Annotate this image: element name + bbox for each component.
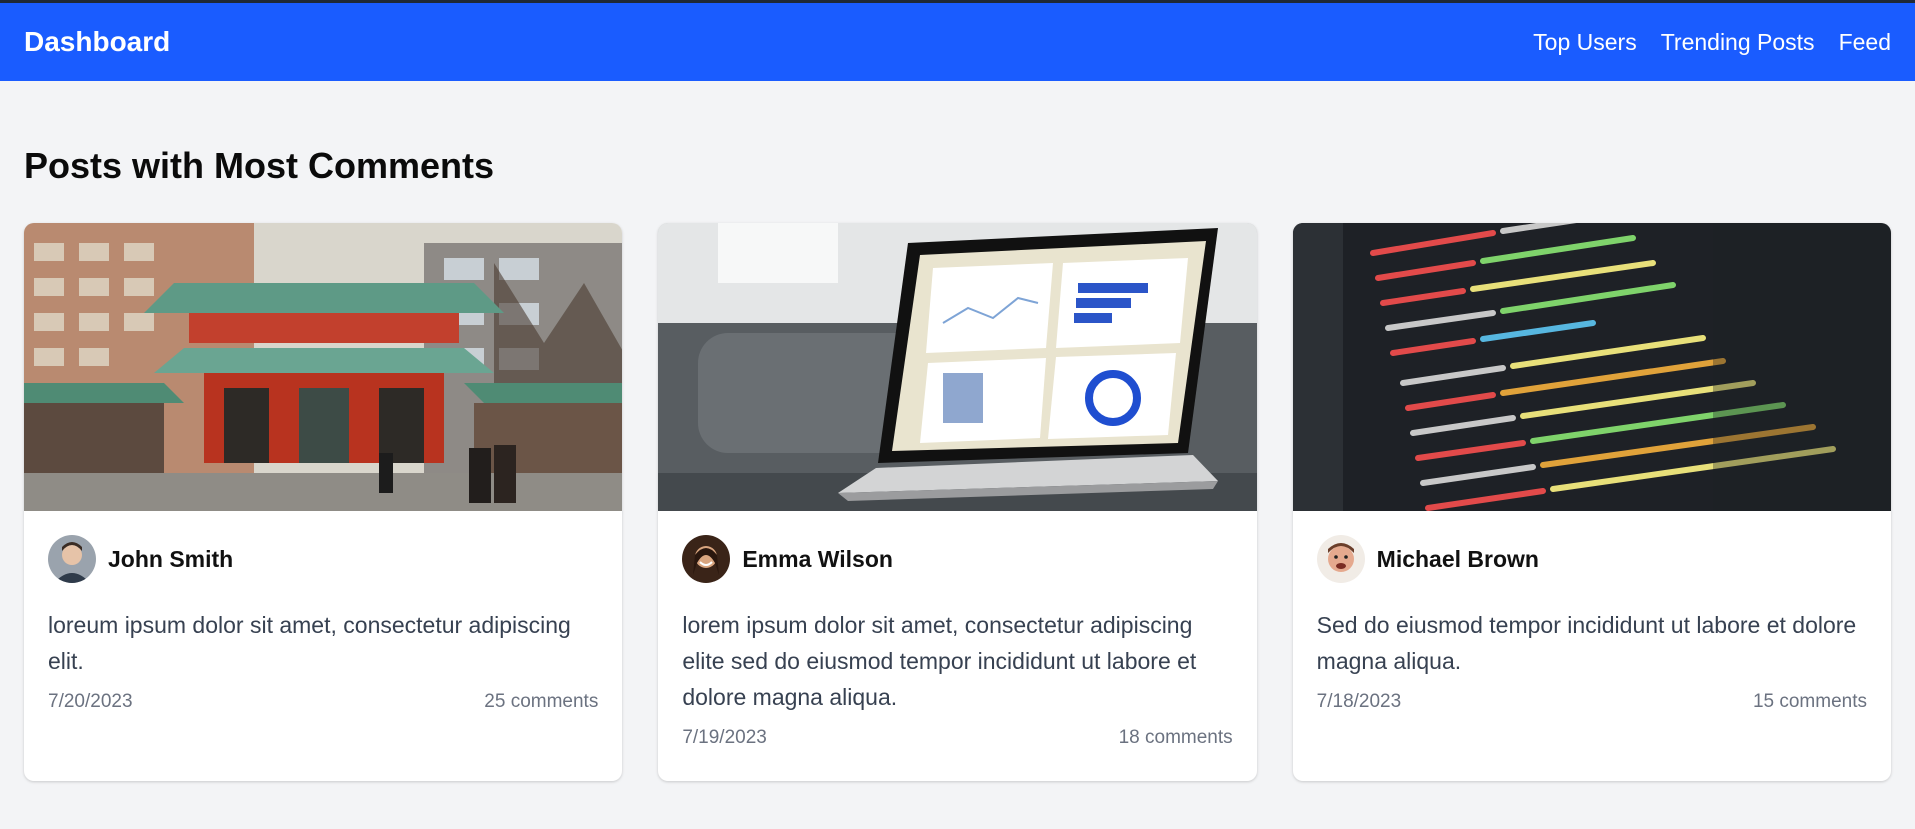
main-content: Posts with Most Comments John Smith lore… [0,81,1915,781]
post-text: loreum ipsum dolor sit amet, consectetur… [48,612,571,674]
post-author: Michael Brown [1316,535,1867,583]
post-date: 7/20/2023 [48,691,133,712]
post-card-body: Emma Wilson lorem ipsum dolor sit amet, … [658,511,1256,749]
post-author: Emma Wilson [682,535,1232,583]
post-date: 7/18/2023 [1316,691,1402,712]
post-card-body: Michael Brown Sed do eiusmod tempor inci… [1293,511,1891,713]
comment-count: 15 comments [1752,691,1867,712]
post-card[interactable]: Michael Brown Sed do eiusmod tempor inci… [1292,223,1891,781]
post-text: Sed do eiusmod tempor incididunt ut labo… [1316,612,1857,674]
author-name[interactable]: John Smith [108,546,233,573]
post-text: lorem ipsum dolor sit amet, consectetur … [682,612,1197,710]
comment-count: 25 comments [484,691,599,712]
brand-title[interactable]: Dashboard [24,26,170,58]
post-author: John Smith [48,535,598,583]
page-title: Posts with Most Comments [24,145,495,186]
post-meta: 7/20/2023 25 comments [48,691,598,713]
author-name[interactable]: Emma Wilson [742,546,893,573]
comment-count: 18 comments [1118,727,1233,748]
avatar [48,535,96,583]
post-date: 7/19/2023 [682,727,767,748]
post-meta: 7/19/2023 18 comments [682,727,1232,749]
navbar: Dashboard Top Users Trending Posts Feed [0,3,1915,81]
nav-link-trending-posts[interactable]: Trending Posts [1661,29,1815,56]
post-card-body: John Smith loreum ipsum dolor sit amet, … [24,511,622,713]
nav-links: Top Users Trending Posts Feed [1533,29,1891,56]
nav-link-feed[interactable]: Feed [1839,29,1891,56]
post-cards: John Smith loreum ipsum dolor sit amet, … [24,223,1891,781]
post-card[interactable]: Emma Wilson lorem ipsum dolor sit amet, … [658,223,1257,781]
nav-link-top-users[interactable]: Top Users [1533,29,1637,56]
post-meta: 7/18/2023 15 comments [1317,691,1867,713]
post-image-temple [24,223,623,511]
post-card[interactable]: John Smith loreum ipsum dolor sit amet, … [24,223,623,781]
post-image-code [1292,223,1891,511]
post-image-laptop [658,223,1257,511]
avatar [1316,535,1365,583]
author-name[interactable]: Michael Brown [1377,546,1539,573]
avatar [682,535,731,583]
